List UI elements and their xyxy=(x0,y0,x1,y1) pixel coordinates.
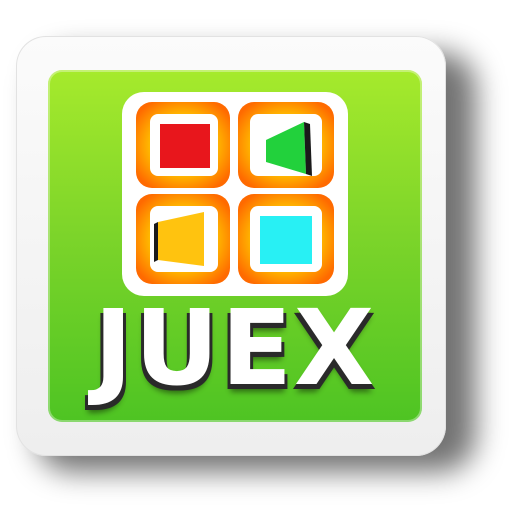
app-wordmark: JUEX xyxy=(93,287,377,409)
red-square-icon xyxy=(160,124,210,168)
yellow-tile-edge xyxy=(154,222,158,262)
cyan-square-icon xyxy=(260,216,312,264)
app-icon[interactable]: JUEX xyxy=(0,0,512,512)
logo-grid-icon xyxy=(122,92,348,296)
